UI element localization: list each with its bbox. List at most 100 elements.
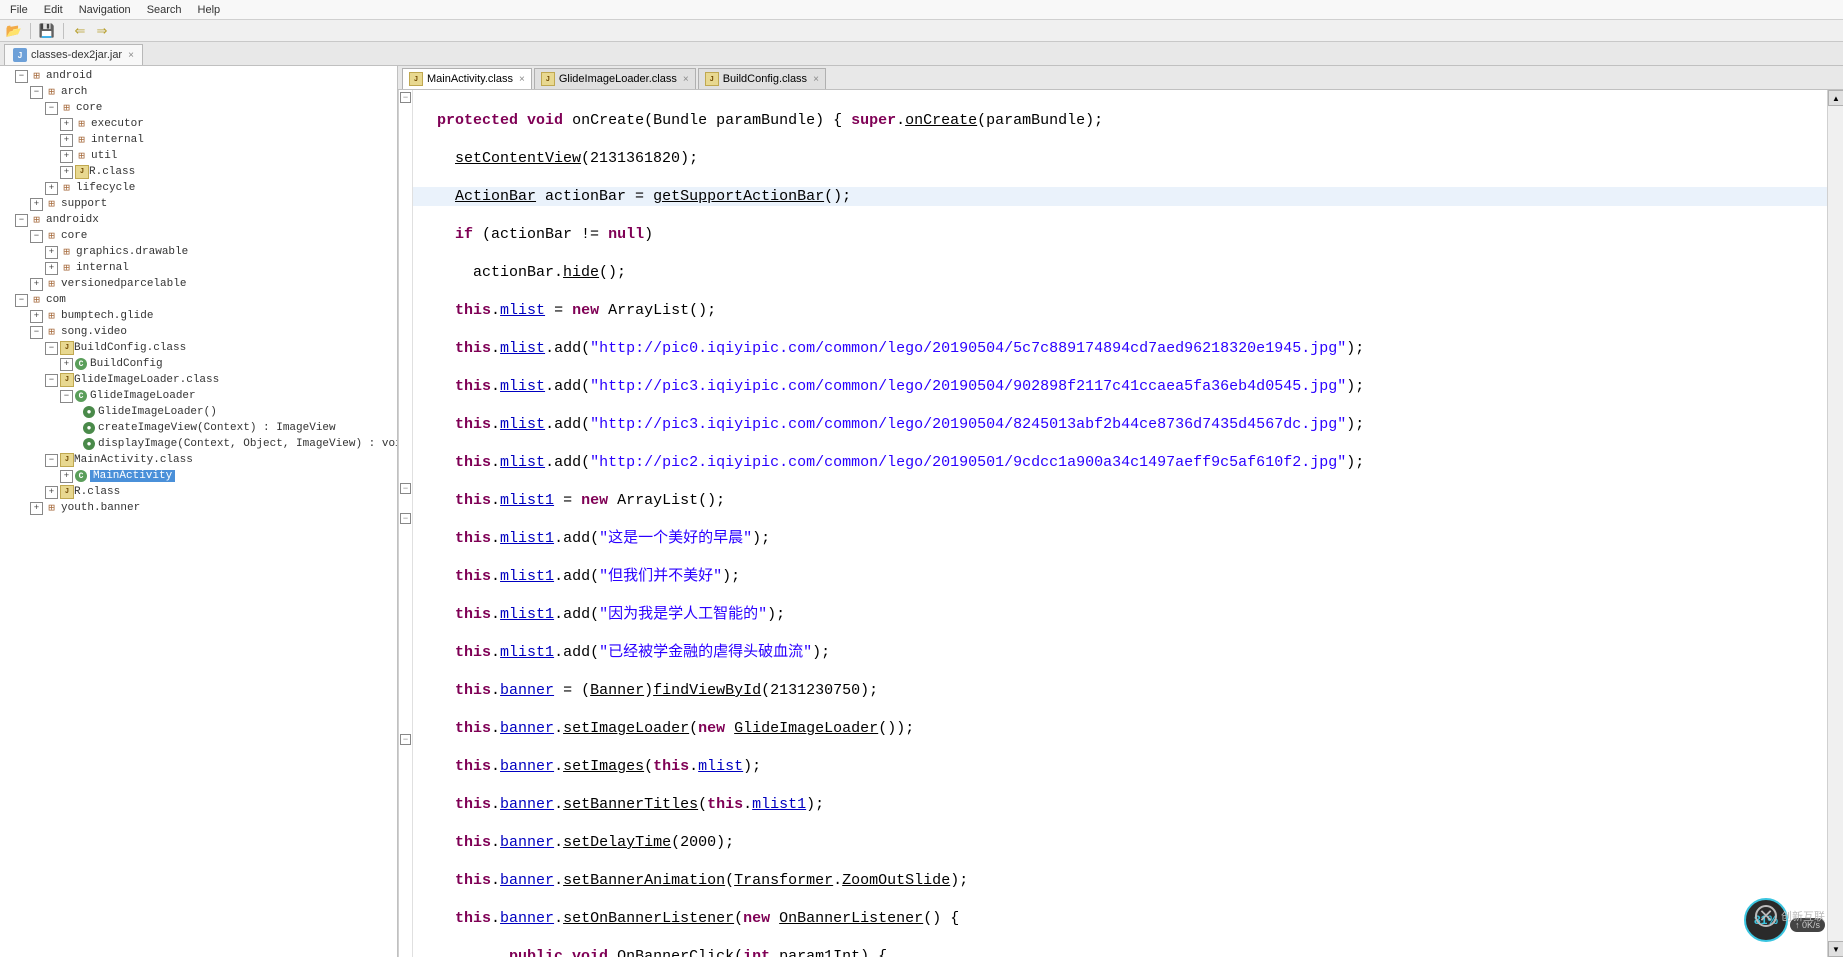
editor-tab-label: MainActivity.class bbox=[427, 73, 513, 85]
close-icon[interactable]: × bbox=[519, 74, 525, 85]
expand-toggle[interactable]: + bbox=[60, 150, 73, 163]
open-icon[interactable]: 📂 bbox=[6, 23, 22, 39]
editor-tab-buildconfig[interactable]: JBuildConfig.class× bbox=[698, 68, 826, 89]
package-icon: ⊞ bbox=[45, 230, 58, 243]
expand-toggle[interactable]: + bbox=[60, 118, 73, 131]
jar-icon: J bbox=[13, 48, 27, 62]
tree-item[interactable]: GlideImageLoader bbox=[90, 390, 196, 402]
expand-toggle[interactable]: − bbox=[30, 86, 43, 99]
menu-navigation[interactable]: Navigation bbox=[73, 2, 137, 18]
tree-item[interactable]: com bbox=[46, 294, 66, 306]
expand-toggle[interactable]: + bbox=[30, 502, 43, 515]
tree-item[interactable]: GlideImageLoader() bbox=[98, 406, 217, 418]
vertical-scrollbar[interactable]: ▲ ▼ bbox=[1827, 90, 1843, 957]
tree-item[interactable]: BuildConfig.class bbox=[74, 342, 186, 354]
close-icon[interactable]: × bbox=[128, 50, 134, 61]
tree-item[interactable]: android bbox=[46, 70, 92, 82]
back-icon[interactable]: ⇐ bbox=[72, 23, 88, 39]
tree-item[interactable]: versionedparcelable bbox=[61, 278, 186, 290]
tree-item[interactable]: BuildConfig bbox=[90, 358, 163, 370]
fold-icon[interactable]: − bbox=[400, 483, 411, 494]
tree-item[interactable]: GlideImageLoader.class bbox=[74, 374, 219, 386]
fold-icon[interactable]: − bbox=[400, 513, 411, 524]
tree-item[interactable]: support bbox=[61, 198, 107, 210]
menu-help[interactable]: Help bbox=[192, 2, 227, 18]
expand-toggle[interactable]: − bbox=[15, 294, 28, 307]
editor-tab-label: GlideImageLoader.class bbox=[559, 73, 677, 85]
expand-toggle[interactable]: + bbox=[60, 166, 73, 179]
expand-toggle[interactable]: − bbox=[30, 326, 43, 339]
tree-item[interactable]: core bbox=[61, 230, 87, 242]
expand-toggle[interactable]: + bbox=[45, 262, 58, 275]
package-icon: ⊞ bbox=[45, 86, 58, 99]
expand-toggle[interactable]: + bbox=[30, 278, 43, 291]
editor-tab-mainactivity[interactable]: JMainActivity.class× bbox=[402, 68, 532, 89]
expand-toggle[interactable]: + bbox=[30, 310, 43, 323]
class-file-icon: J bbox=[541, 72, 555, 86]
forward-icon[interactable]: ⇒ bbox=[94, 23, 110, 39]
tree-item[interactable]: internal bbox=[76, 262, 129, 274]
expand-toggle[interactable]: − bbox=[45, 374, 58, 387]
tree-item[interactable]: song.video bbox=[61, 326, 127, 338]
save-icon[interactable]: 💾 bbox=[39, 23, 55, 39]
expand-toggle[interactable]: + bbox=[60, 358, 73, 371]
menu-search[interactable]: Search bbox=[141, 2, 188, 18]
tree-item[interactable]: bumptech.glide bbox=[61, 310, 153, 322]
tree-item[interactable]: core bbox=[76, 102, 102, 114]
expand-toggle[interactable]: − bbox=[60, 390, 73, 403]
scroll-down-icon[interactable]: ▼ bbox=[1828, 941, 1843, 957]
class-file-icon: J bbox=[60, 485, 74, 499]
code-area[interactable]: − − − − protected void onCreate(Bundle p… bbox=[398, 90, 1843, 957]
scroll-up-icon[interactable]: ▲ bbox=[1828, 90, 1843, 106]
menu-file[interactable]: File bbox=[4, 2, 34, 18]
tree-item[interactable]: graphics.drawable bbox=[76, 246, 188, 258]
expand-toggle[interactable]: − bbox=[30, 230, 43, 243]
expand-toggle[interactable]: − bbox=[15, 70, 28, 83]
close-icon[interactable]: × bbox=[813, 74, 819, 85]
class-file-icon: J bbox=[60, 373, 74, 387]
package-icon: ⊞ bbox=[45, 278, 58, 291]
class-file-icon: J bbox=[75, 165, 89, 179]
tree-item[interactable]: androidx bbox=[46, 214, 99, 226]
tree-item-selected[interactable]: MainActivity bbox=[90, 470, 175, 482]
method-icon: ● bbox=[83, 406, 95, 418]
menu-edit[interactable]: Edit bbox=[38, 2, 69, 18]
code-content[interactable]: protected void onCreate(Bundle paramBund… bbox=[413, 90, 1827, 957]
package-icon: ⊞ bbox=[30, 70, 43, 83]
tree-item[interactable]: R.class bbox=[74, 486, 120, 498]
tree-item[interactable]: displayImage(Context, Object, ImageView)… bbox=[98, 438, 398, 450]
fold-gutter[interactable]: − − − − bbox=[399, 90, 413, 957]
package-icon: ⊞ bbox=[60, 182, 73, 195]
tree-item[interactable]: arch bbox=[61, 86, 87, 98]
package-icon: ⊞ bbox=[45, 310, 58, 323]
close-icon[interactable]: × bbox=[683, 74, 689, 85]
fold-icon[interactable]: − bbox=[400, 734, 411, 745]
expand-toggle[interactable]: − bbox=[45, 454, 58, 467]
tree-item[interactable]: youth.banner bbox=[61, 502, 140, 514]
expand-toggle[interactable]: + bbox=[30, 198, 43, 211]
expand-toggle[interactable]: − bbox=[45, 102, 58, 115]
expand-toggle[interactable]: + bbox=[45, 182, 58, 195]
tree-item[interactable]: MainActivity.class bbox=[74, 454, 193, 466]
tree-item[interactable]: lifecycle bbox=[76, 182, 135, 194]
expand-toggle[interactable]: + bbox=[60, 470, 73, 483]
fold-icon[interactable]: − bbox=[400, 92, 411, 103]
expand-toggle[interactable]: − bbox=[15, 214, 28, 227]
tree-item[interactable]: executor bbox=[91, 118, 144, 130]
tree-item[interactable]: R.class bbox=[89, 166, 135, 178]
class-file-icon: J bbox=[60, 453, 74, 467]
package-icon: ⊞ bbox=[60, 246, 73, 259]
expand-toggle[interactable]: + bbox=[45, 246, 58, 259]
tree-item[interactable]: createImageView(Context) : ImageView bbox=[98, 422, 336, 434]
tree-item[interactable]: util bbox=[91, 150, 117, 162]
expand-toggle[interactable]: + bbox=[60, 134, 73, 147]
watermark-logo: ✕ 创新互联 bbox=[1755, 905, 1825, 927]
package-tree[interactable]: −⊞android −⊞arch −⊞core +⊞executor +⊞int… bbox=[0, 66, 398, 957]
editor-tab-glideimageloader[interactable]: J GlideImageLoader.class × bbox=[534, 68, 696, 89]
class-file-icon: J bbox=[60, 341, 74, 355]
expand-toggle[interactable]: − bbox=[45, 342, 58, 355]
toolbar-separator bbox=[30, 23, 31, 39]
jar-tab[interactable]: J classes-dex2jar.jar × bbox=[4, 44, 143, 65]
expand-toggle[interactable]: + bbox=[45, 486, 58, 499]
tree-item[interactable]: internal bbox=[91, 134, 144, 146]
